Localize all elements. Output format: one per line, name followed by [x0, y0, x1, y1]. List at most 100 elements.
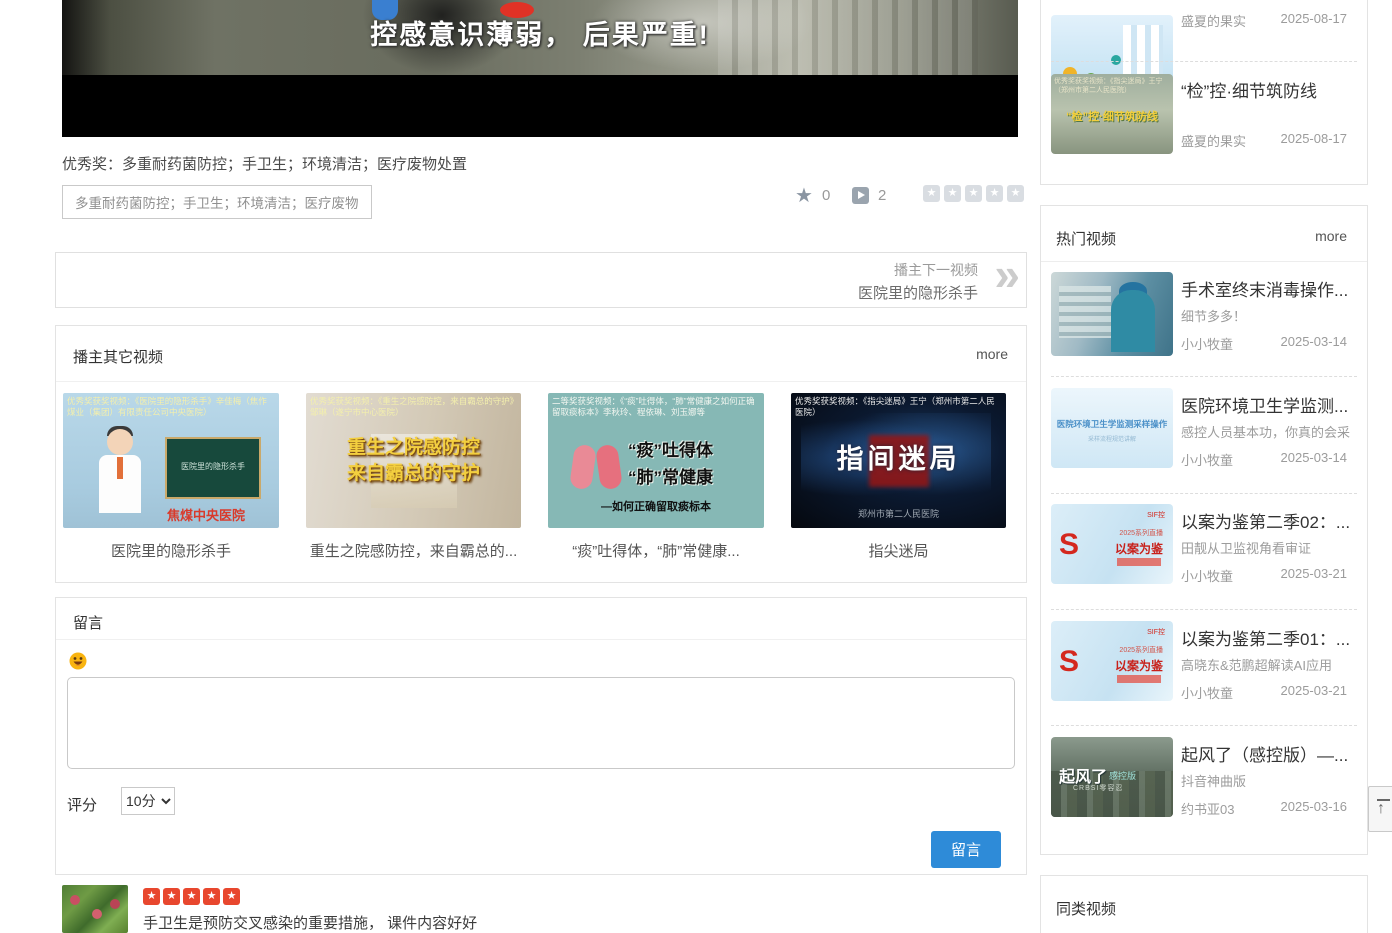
hot-video-author[interactable]: 约书亚03	[1181, 799, 1234, 818]
hot-video-title[interactable]: 手术室终末消毒操作...	[1181, 276, 1366, 301]
rating-select[interactable]: 10分	[121, 787, 175, 815]
hot-videos-box: 热门视频 more 手术室终末消毒操作... 细节多多！ 小小牧童 2025-0…	[1040, 205, 1368, 855]
cartoon-doctor-head	[107, 429, 133, 455]
hot-video-subtitle: 田靓从卫监视角看审证	[1181, 538, 1371, 557]
rating-label: 评分	[67, 794, 97, 815]
back-to-top-button[interactable]: ↑	[1368, 786, 1392, 832]
hot-videos-title: 热门视频	[1056, 228, 1116, 249]
similar-videos-box: 同类视频	[1040, 875, 1368, 933]
nurse-shape	[1111, 290, 1155, 352]
rating-star-icon[interactable]	[965, 185, 982, 202]
hot-video-thumbnail[interactable]: 起风了 感控版 CRBSI零容忍	[1051, 737, 1173, 817]
video-player[interactable]: 控感意识薄弱， 后果严重!	[62, 0, 1018, 137]
similar-videos-title: 同类视频	[1056, 898, 1116, 919]
hot-videos-more-link[interactable]: more	[1315, 228, 1347, 244]
hot-video-title[interactable]: 以案为鉴第二季02：...	[1181, 508, 1366, 533]
comment-star-icon	[163, 888, 180, 905]
hot-video-date: 2025-03-16	[1281, 799, 1348, 814]
hot-video-date: 2025-03-14	[1281, 334, 1348, 349]
recent-video-date: 2025-08-17	[1281, 131, 1348, 146]
blackboard-text: 医院里的隐形杀手	[169, 461, 257, 472]
thumb-main-text: 以案为鉴	[1115, 540, 1163, 557]
rating-star-icon[interactable]	[923, 185, 940, 202]
hot-video-author[interactable]: 小小牧童	[1181, 450, 1233, 469]
comment-text: 手卫生是预防交叉感染的重要措施， 课件内容好好	[143, 912, 477, 933]
thumb-brand-text: SIF控	[1147, 627, 1165, 637]
other-video-caption[interactable]: 重生之院感防控，来自霸总的...	[306, 540, 521, 561]
rating-stars[interactable]	[923, 185, 1024, 202]
play-count-icon	[852, 187, 869, 204]
next-chevron-icon[interactable]: »	[994, 247, 1020, 301]
lungs-illustration	[569, 444, 597, 491]
hot-video-title[interactable]: 起风了（感控版）—...	[1181, 741, 1366, 766]
other-video-caption[interactable]: 医院里的隐形杀手	[63, 540, 279, 561]
hot-video-thumbnail[interactable]	[1051, 272, 1173, 356]
hot-video-thumbnail[interactable]: S SIF控 2025系列直播 以案为鉴	[1051, 621, 1173, 701]
thumb-sub-text: 感控版	[1109, 769, 1136, 782]
video-stats: ★ 0 2	[780, 185, 1025, 209]
commenter-avatar[interactable]	[62, 885, 128, 933]
other-video-thumbnail[interactable]: 优秀奖获奖视频：《重生之院感防控，来自霸总的守护》邹琳（遂宁市中心医院） 重生之…	[306, 393, 521, 528]
favorite-star-icon[interactable]: ★	[795, 183, 813, 208]
other-video-thumbnail[interactable]: 优秀奖获奖视频：《医院里的隐形杀手》辛佳梅（焦作煤业（集团）有限责任公司中央医院…	[63, 393, 279, 528]
comment-star-icon	[203, 888, 220, 905]
other-video-thumbnail[interactable]: 优秀奖获奖视频：《指尖迷局》王宁（郑州市第二人民医院） 指间迷局 郑州市第二人民…	[791, 393, 1006, 528]
hot-video-thumbnail[interactable]: 医院环境卫生学监测采样操作 采样流程规范讲解	[1051, 388, 1173, 468]
red-bar-shape	[1117, 558, 1161, 566]
next-video-title[interactable]: 医院里的隐形杀手	[858, 282, 978, 303]
rating-star-icon[interactable]	[1007, 185, 1024, 202]
recent-video-author[interactable]: 盛夏的果实	[1181, 11, 1246, 30]
hot-video-subtitle: 抖音神曲版	[1181, 771, 1371, 790]
rating-star-icon[interactable]	[986, 185, 1003, 202]
hot-video-subtitle: 感控人员基本功，你真的会采	[1181, 422, 1371, 441]
play-count: 2	[878, 187, 886, 204]
hot-video-title[interactable]: 以案为鉴第二季01：...	[1181, 625, 1366, 650]
divider	[1041, 261, 1367, 262]
cartoon-doctor-tie	[117, 457, 123, 479]
thumb-main-text: “痰”吐得体 “肺”常健康	[628, 437, 713, 491]
other-videos-more-link[interactable]: more	[976, 346, 1008, 362]
comment-card: 留言 评分 10分 留言	[55, 597, 1027, 875]
other-videos-card: 播主其它视频 more 优秀奖获奖视频：《医院里的隐形杀手》辛佳梅（焦作煤业（集…	[55, 325, 1027, 583]
thumb-sub-text: CRBSI零容忍	[1073, 783, 1123, 793]
comment-rating-stars	[143, 888, 240, 905]
divider	[1051, 376, 1357, 377]
recent-video-author[interactable]: 盛夏的果实	[1181, 131, 1246, 150]
divider	[1051, 61, 1357, 62]
thumb-main-text: “检”控·细节筑防线	[1051, 108, 1173, 124]
video-tag[interactable]: 多重耐药菌防控；手卫生；环境清洁；医疗废物	[62, 185, 372, 219]
comment-item: 手卫生是预防交叉感染的重要措施， 课件内容好好	[62, 885, 1027, 933]
other-video-thumbnail[interactable]: 二等奖获奖视频：《“痰”吐得体，“肺”常健康之如何正确留取痰标本》李秋玲、程依琳…	[548, 393, 764, 528]
emoji-icon[interactable]	[69, 652, 87, 670]
or-panel-shape	[1059, 286, 1111, 338]
sif-logo-s: S	[1059, 645, 1079, 679]
divider	[56, 639, 1026, 640]
lungs-illustration	[595, 444, 623, 491]
hot-video-title[interactable]: 医院环境卫生学监测...	[1181, 392, 1366, 417]
thumb-brand-text: SIF控	[1147, 510, 1165, 520]
other-video-caption[interactable]: 指尖迷局	[791, 540, 1006, 561]
comment-input[interactable]	[67, 677, 1015, 769]
hot-video-author[interactable]: 小小牧童	[1181, 334, 1233, 353]
video-subtitle: 控感意识薄弱， 后果严重!	[62, 13, 1018, 52]
hot-video-date: 2025-03-21	[1281, 566, 1348, 581]
thumb-bottom-text: —如何正确留取痰标本	[548, 498, 764, 514]
sif-logo-s: S	[1059, 528, 1079, 562]
recent-video-title[interactable]: “检”控·细节筑防线	[1181, 77, 1366, 102]
red-bar-shape	[1117, 675, 1161, 683]
hot-video-date: 2025-03-14	[1281, 450, 1348, 465]
hot-video-author[interactable]: 小小牧童	[1181, 683, 1233, 702]
illustration-shape	[1111, 55, 1121, 65]
recent-video-thumbnail[interactable]: 优秀奖获奖视频：《指尖迷局》王宁（郑州市第二人民医院） “检”控·细节筑防线	[1051, 74, 1173, 154]
comment-star-icon	[143, 888, 160, 905]
hot-video-thumbnail[interactable]: S SIF控 2025系列直播 以案为鉴	[1051, 504, 1173, 584]
hot-video-author[interactable]: 小小牧童	[1181, 566, 1233, 585]
thumb-main-text: 重生之院感防控 来自霸总的守护	[306, 435, 521, 487]
comment-star-icon	[223, 888, 240, 905]
next-video-box[interactable]: 播主下一视频 医院里的隐形杀手 »	[55, 252, 1027, 308]
blackboard: 医院里的隐形杀手	[165, 437, 261, 499]
recent-videos-box: 盛夏的果实 2025-08-17 优秀奖获奖视频：《指尖迷局》王宁（郑州市第二人…	[1040, 0, 1368, 185]
rating-star-icon[interactable]	[944, 185, 961, 202]
other-video-caption[interactable]: “痰”吐得体，“肺”常健康...	[548, 540, 764, 561]
submit-comment-button[interactable]: 留言	[931, 831, 1001, 868]
